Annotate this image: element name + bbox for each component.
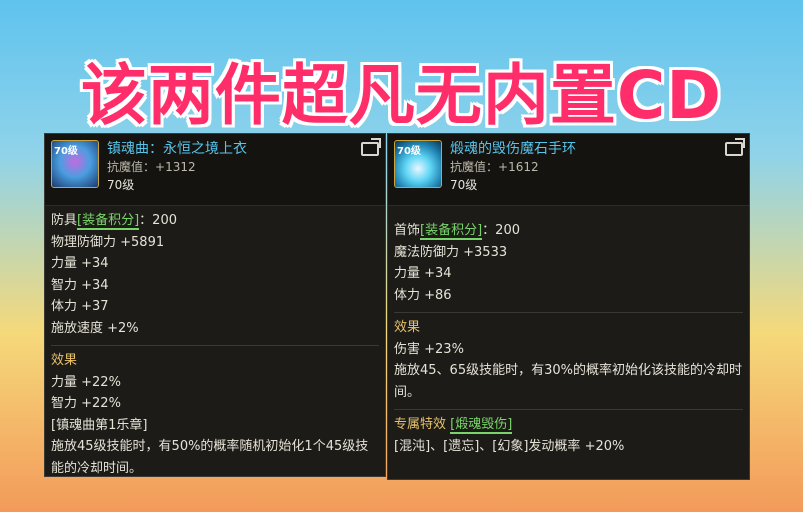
stat-line: 魔法防御力 +3533 [394, 244, 508, 260]
item-header: 70级 煅魂的毁伤魔石手环 抗魔值：+1612 70级 [388, 134, 749, 206]
stat-line: 智力 +34 [51, 277, 109, 293]
effect-title: 效果 [51, 353, 78, 368]
resist-value: 抗魔值：+1612 [450, 160, 539, 174]
resist-value: 抗魔值：+1312 [107, 160, 196, 174]
item-name: 煅魂的毁伤魔石手环 [450, 141, 576, 157]
effect-line: 施放45、65级技能时，有30%的概率初始化该技能的冷却时间。 [394, 363, 742, 400]
stat-line: 体力 +37 [51, 299, 109, 314]
stat-line: 物理防御力 +5891 [51, 234, 165, 250]
slot-score-row: 首饰[装备积分]：200 [394, 223, 520, 240]
bracelet-item-icon: 70级 [394, 140, 442, 188]
score-label: [装备积分] [420, 223, 483, 240]
divider [51, 345, 379, 346]
effect-line: 力量 +22% [51, 374, 121, 390]
stat-line: 力量 +34 [51, 256, 109, 271]
armor-item-icon: 70级 [51, 140, 99, 188]
effect-line: 施放45级技能时，有50%的概率随机初始化1个45级技能的冷却时间。 [51, 439, 369, 476]
item-body: 防具[装备积分]：200 物理防御力 +5891 力量 +34 智力 +34 体… [45, 206, 385, 476]
divider [394, 409, 743, 410]
exclusive-effect-title: 专属特效 [煅魂毁伤] [394, 417, 513, 434]
item-header: 70级 镇魂曲：永恒之境上衣 抗魔值：+1312 70级 [45, 134, 385, 206]
stat-line: 施放速度 +2% [51, 320, 139, 336]
export-icon[interactable] [361, 138, 381, 156]
effect-line: 伤害 +23% [394, 341, 464, 357]
effect-line: 智力 +22% [51, 396, 121, 411]
stat-line: 体力 +86 [394, 287, 452, 303]
export-icon[interactable] [725, 138, 745, 156]
item-level: 70级 [450, 178, 478, 192]
score-label: [装备积分] [77, 213, 140, 230]
item-tooltip-accessory: 70级 煅魂的毁伤魔石手环 抗魔值：+1612 70级 首饰[装备积分]：200… [387, 133, 750, 480]
slot-score-row: 防具[装备积分]：200 [51, 213, 177, 230]
effect-title: 效果 [394, 320, 421, 335]
item-body: 首饰[装备积分]：200 魔法防御力 +3533 力量 +34 体力 +86 效… [388, 206, 749, 461]
item-tooltip-armor: 70级 镇魂曲：永恒之境上衣 抗魔值：+1312 70级 防具[装备积分]：20… [44, 133, 386, 477]
exclusive-effect-name: [煅魂毁伤] [450, 417, 513, 434]
icon-level-tag: 70级 [397, 146, 421, 157]
item-name: 镇魂曲：永恒之境上衣 [107, 141, 247, 157]
exclusive-effect-line: [混沌]、[遗忘]、[幻象]发动概率 +20% [394, 438, 625, 454]
banner-title: 该两件超凡无内置CD [80, 57, 723, 134]
icon-level-tag: 70级 [54, 146, 78, 157]
stat-line: 力量 +34 [394, 266, 452, 281]
item-level: 70级 [107, 178, 135, 192]
effect-line: [镇魂曲第1乐章] [51, 417, 148, 433]
divider [394, 312, 743, 313]
